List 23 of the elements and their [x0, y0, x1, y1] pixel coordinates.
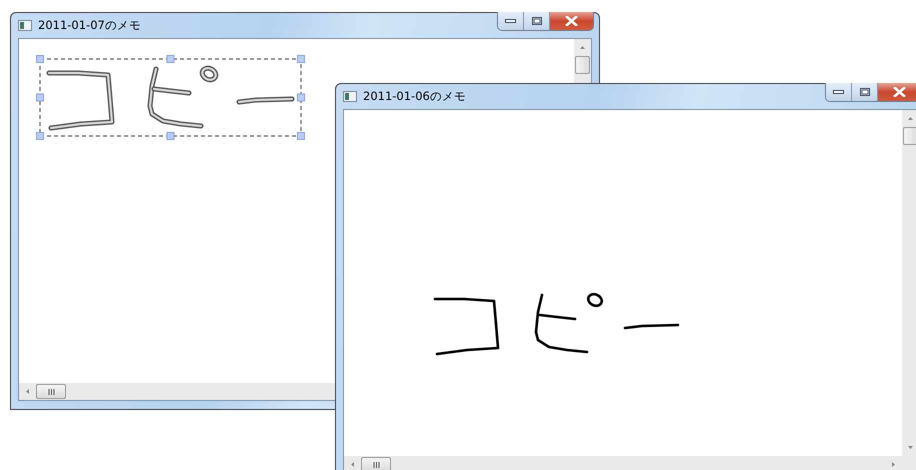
- close-button[interactable]: [878, 83, 916, 101]
- app-icon: [343, 91, 357, 102]
- grip-icon: [372, 462, 380, 468]
- scroll-thumb[interactable]: [361, 457, 391, 470]
- minimize-icon: [505, 19, 516, 23]
- window-title: 2011-01-06のメモ: [363, 89, 466, 104]
- scroll-thumb[interactable]: [575, 56, 590, 74]
- close-button[interactable]: [550, 12, 593, 30]
- minimize-icon: [833, 90, 844, 94]
- maximize-icon: [532, 17, 542, 25]
- minimize-button[interactable]: [826, 83, 852, 101]
- maximize-button[interactable]: [852, 83, 878, 101]
- close-icon: [565, 16, 578, 26]
- maximize-button[interactable]: [524, 12, 550, 30]
- minimize-button[interactable]: [498, 12, 524, 30]
- selection-box[interactable]: [36, 55, 305, 140]
- scroll-thumb[interactable]: [36, 384, 66, 399]
- scroll-thumb[interactable]: [903, 127, 916, 145]
- maximize-icon: [860, 88, 870, 96]
- close-icon: [893, 87, 906, 97]
- grip-icon: [48, 388, 54, 394]
- app-icon: [18, 20, 32, 31]
- window-title: 2011-01-07のメモ: [38, 18, 141, 33]
